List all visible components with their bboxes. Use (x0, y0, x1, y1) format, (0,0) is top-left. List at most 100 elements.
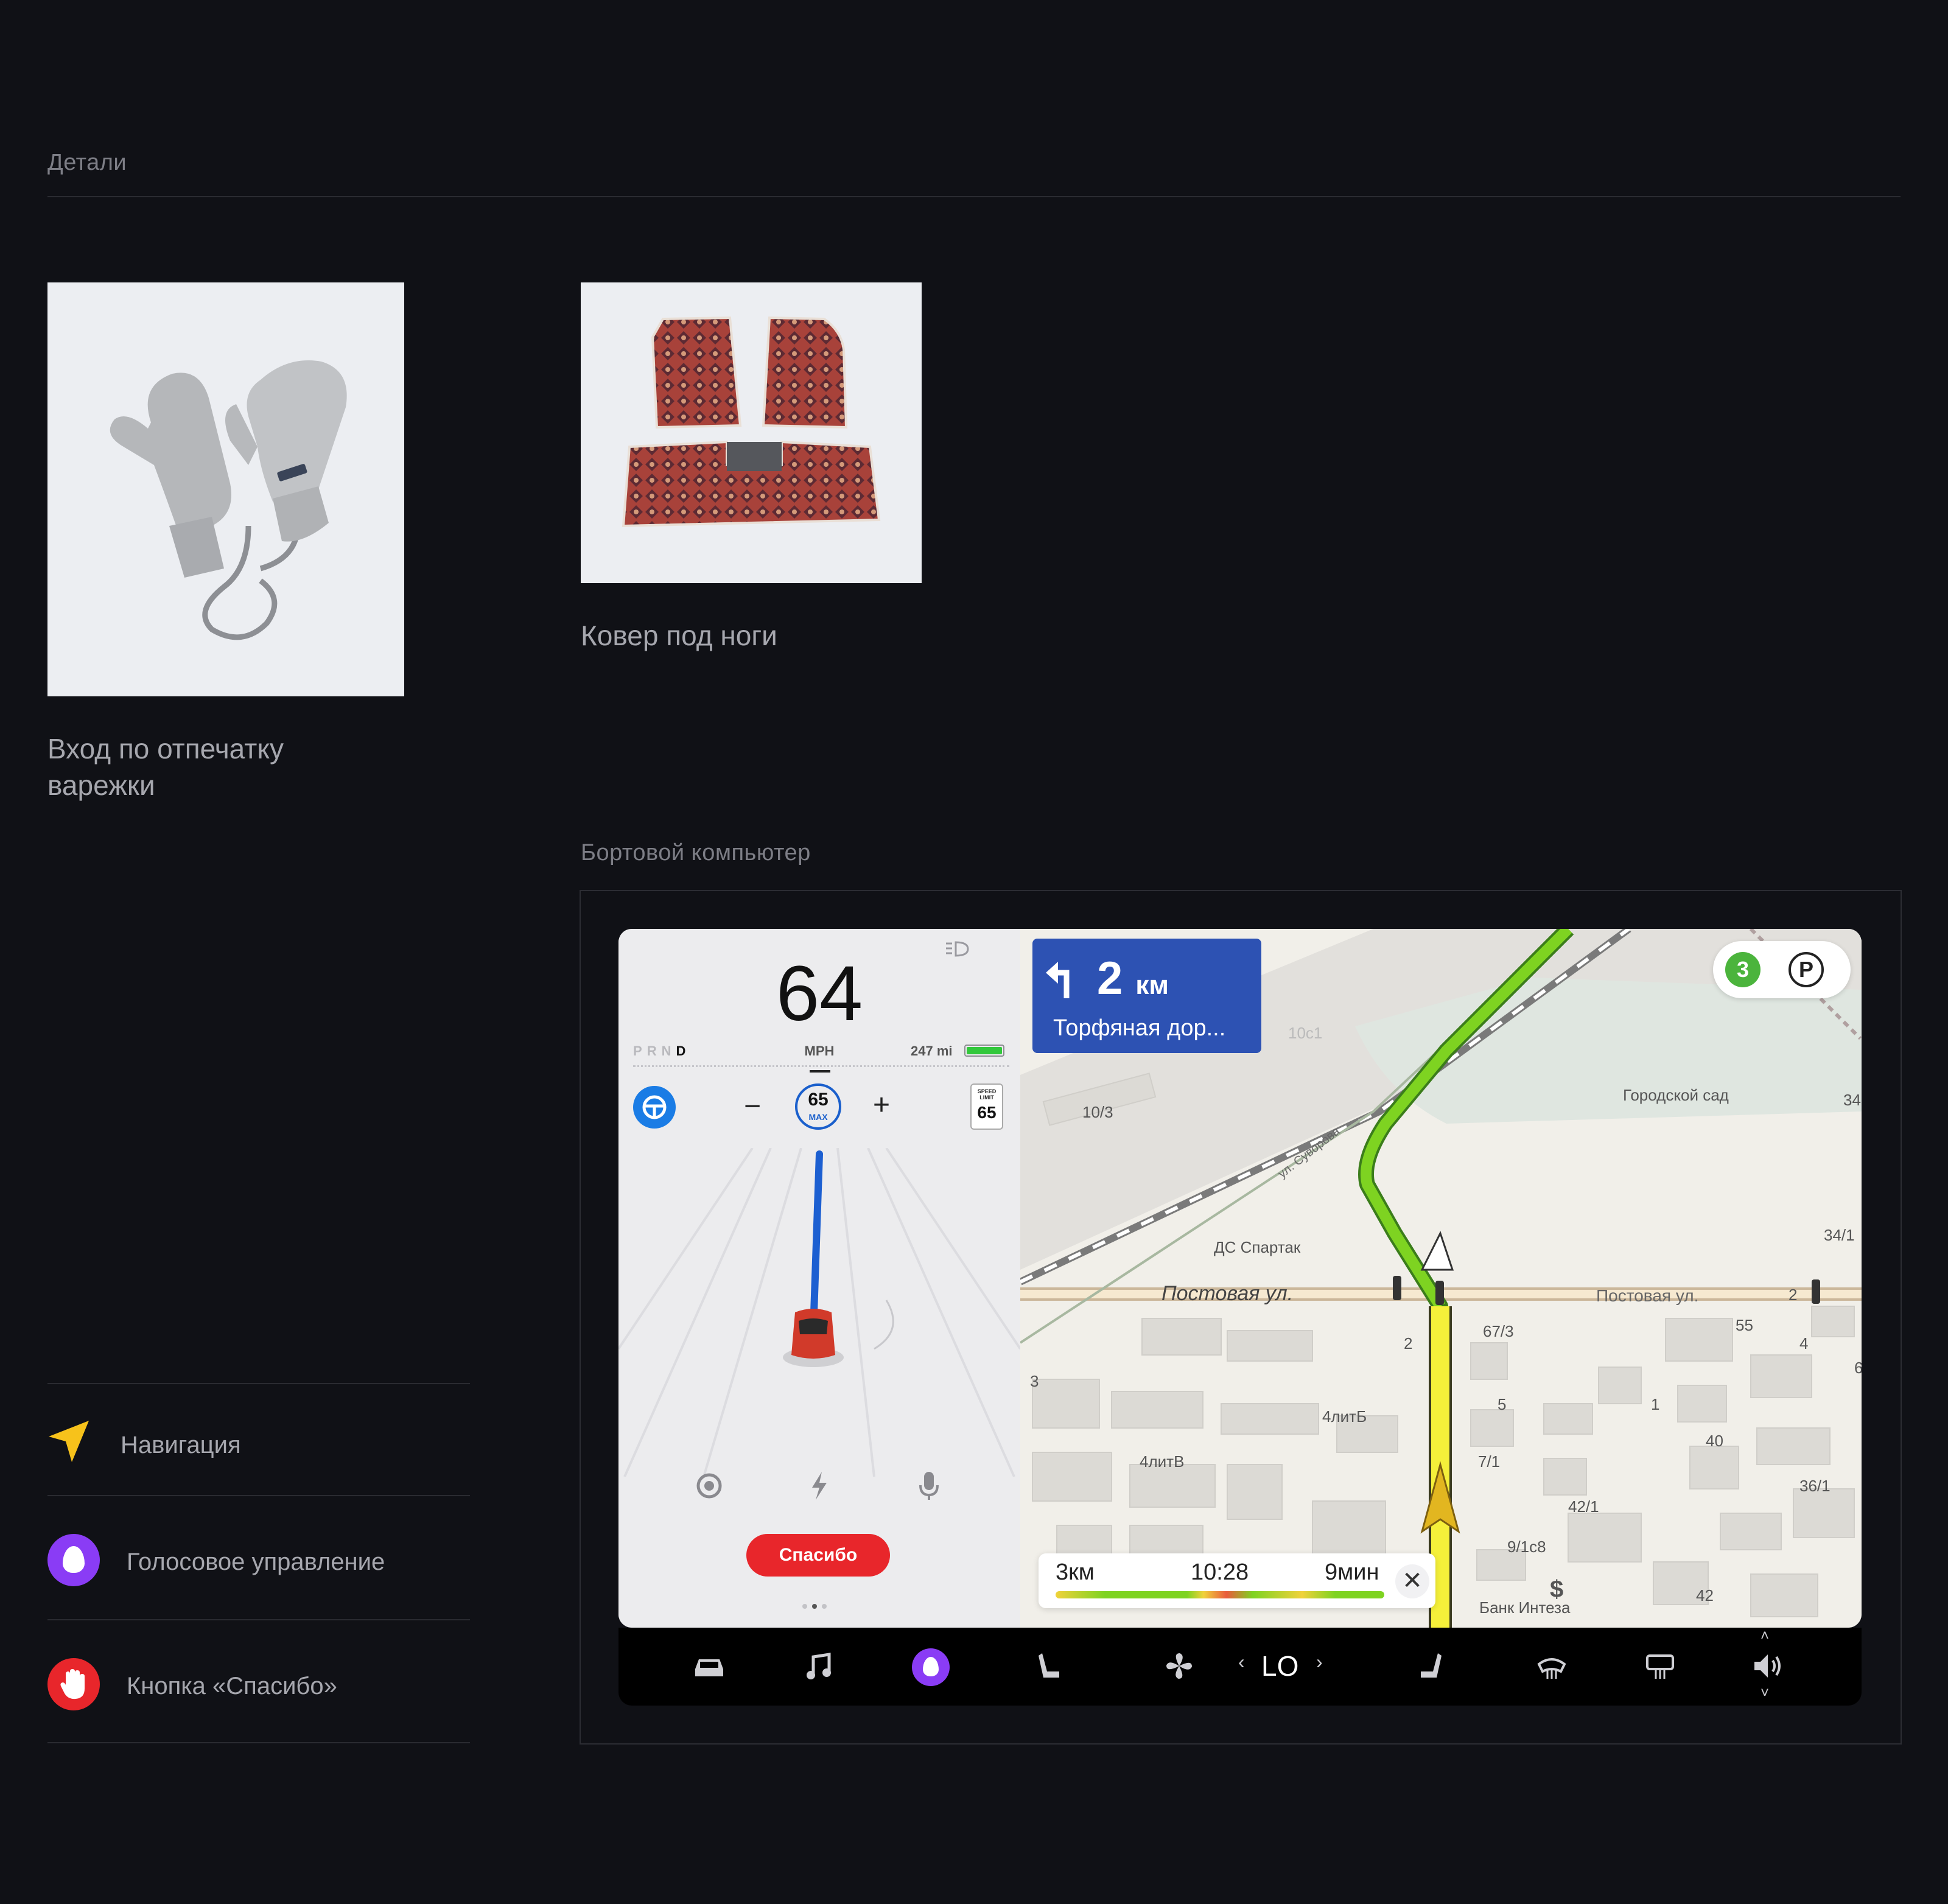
map-label-h2: 10с1 (1288, 1024, 1322, 1042)
onboard-title: Бортовой компьютер (581, 840, 811, 866)
feature-navigation-label: Навигация (121, 1432, 241, 1458)
microphone-icon[interactable] (917, 1471, 941, 1501)
traffic-score[interactable]: 3 (1725, 952, 1761, 987)
set-speed-max-label: MAX (808, 1112, 828, 1122)
charging-icon[interactable] (807, 1471, 832, 1501)
bank-icon: $ (1550, 1576, 1563, 1603)
seat-right-icon[interactable] (1418, 1651, 1443, 1681)
mittens-caption: Вход по отпечатку варежки (47, 733, 284, 801)
car-avatar (783, 1309, 844, 1367)
rear-defrost-icon[interactable] (1645, 1652, 1675, 1680)
close-route-icon[interactable]: ✕ (1395, 1564, 1429, 1598)
map-label-h12: 1 (1651, 1395, 1659, 1413)
map-label-h20: 34 (1843, 1091, 1861, 1109)
climate-decrease-button[interactable]: ‹ (1238, 1651, 1245, 1673)
eta-duration: 9мин (1325, 1559, 1379, 1585)
feature-divider-2 (47, 1619, 470, 1620)
feature-voice: Голосовое управление (47, 1534, 470, 1586)
volume-up-chevron[interactable]: ˄ (1761, 1628, 1769, 1645)
dotted-divider (633, 1065, 1009, 1068)
set-speed-indicator: 65 MAX (795, 1083, 841, 1130)
map-label-h17: 36/1 (1799, 1477, 1831, 1495)
thanks-button[interactable]: Спасибо (746, 1534, 890, 1577)
map-label-h1: 10/3 (1082, 1103, 1113, 1121)
map-street-1: Постовая ул. (1161, 1282, 1293, 1305)
speed-unit: MPH (804, 1043, 835, 1059)
music-icon[interactable] (805, 1652, 833, 1681)
feature-voice-label: Голосовое управление (127, 1549, 385, 1575)
speed-readout: 64 (776, 950, 863, 1037)
volume-down-chevron[interactable]: ˅ (1761, 1685, 1769, 1702)
feature-thanks: Кнопка «Спасибо» (47, 1658, 470, 1710)
parking-button[interactable]: P (1789, 952, 1824, 987)
map-label-stadium: ДС Спартак (1214, 1238, 1301, 1256)
map-label-h4: 67/3 (1483, 1322, 1514, 1340)
feature-divider-bottom (47, 1742, 470, 1743)
camera-icon[interactable] (694, 1471, 724, 1501)
map-label-h19: 42 (1696, 1586, 1714, 1605)
eta-distance: 3км (1056, 1559, 1095, 1585)
autopilot-button[interactable] (633, 1086, 676, 1129)
battery-icon (964, 1045, 1004, 1057)
maneuver-street: Торфяная дор... (1053, 1015, 1226, 1041)
map-label-h6: 4 (1799, 1334, 1808, 1353)
mittens-image (47, 282, 404, 696)
map-label-h18: 9/1с8 (1507, 1538, 1546, 1556)
climate-value: LO (1261, 1650, 1299, 1682)
maneuver-distance-unit: км (1135, 970, 1169, 1000)
details-title: Детали (47, 150, 127, 175)
alice-icon[interactable] (912, 1648, 950, 1686)
speed-bar-indicator (810, 1070, 830, 1073)
maneuver-distance-value: 2 (1097, 953, 1123, 1004)
map-label-h9: 3 (1030, 1372, 1039, 1390)
volume-icon[interactable] (1752, 1652, 1785, 1680)
map-label-h16: 42/1 (1568, 1497, 1599, 1516)
traffic-progress (1056, 1591, 1384, 1598)
range-readout: 247 mi (911, 1043, 953, 1059)
map-top-controls: 3 P (1713, 941, 1851, 998)
fan-icon[interactable] (1164, 1651, 1194, 1681)
map-label-h10: 4литБ (1322, 1407, 1367, 1426)
speed-plus-button[interactable]: + (873, 1088, 890, 1122)
navigation-arrow-icon (49, 1421, 89, 1462)
feature-navigation: Навигация (47, 1418, 470, 1467)
map-label-h5: 55 (1736, 1316, 1753, 1334)
speed-limit-sign: SPEED LIMIT 65 (970, 1083, 1003, 1130)
speed-limit-label: SPEED LIMIT (977, 1088, 997, 1101)
bottom-control-bar: ‹ LO › ˄ ˅ (618, 1628, 1862, 1706)
car-icon[interactable] (692, 1654, 727, 1679)
road-visualization (618, 1148, 1020, 1477)
speed-limit-value: 65 (977, 1103, 997, 1122)
eta-time: 10:28 (1191, 1559, 1249, 1585)
feature-divider-1 (47, 1495, 470, 1496)
instrument-cluster: 64 PRND MPH 247 mi − 65 MAX + SPEED LIMI… (618, 929, 1020, 1628)
eta-panel[interactable]: 3км 10:28 9мин ✕ (1039, 1553, 1435, 1608)
map-label-h3: 34/1 (1824, 1226, 1855, 1244)
alice-voice-icon (47, 1534, 100, 1586)
seat-left-icon[interactable] (1037, 1651, 1062, 1681)
feature-thanks-label: Кнопка «Спасибо» (127, 1673, 337, 1699)
feature-divider-top (47, 1383, 470, 1384)
maneuver-card[interactable]: 2 км Торфяная дор... (1032, 939, 1261, 1053)
map-label-h7: 2 (1404, 1334, 1412, 1353)
map-label-h14: 4литВ (1140, 1452, 1184, 1471)
hand-icon (47, 1658, 100, 1710)
page-dots (802, 1601, 839, 1609)
map-street-2: Постовая ул. (1596, 1286, 1698, 1305)
front-defrost-icon[interactable] (1536, 1652, 1567, 1680)
speed-minus-button[interactable]: − (744, 1090, 761, 1123)
climate-increase-button[interactable]: › (1316, 1651, 1323, 1673)
car-screen: 64 PRND MPH 247 mi − 65 MAX + SPEED LIMI… (618, 929, 1862, 1628)
maneuver-distance: 2 км (1097, 954, 1169, 1010)
map-label-park: Городской сад (1623, 1086, 1729, 1104)
floor-mat-caption: Ковер под ноги (581, 620, 777, 651)
map-label-h15: 7/1 (1478, 1452, 1500, 1471)
map-label-h13: 40 (1706, 1432, 1723, 1450)
set-speed-value: 65 (808, 1090, 829, 1110)
map-label-h8: 2 (1789, 1286, 1797, 1304)
turn-left-icon (1046, 962, 1070, 998)
floor-mat-image (581, 282, 922, 583)
details-divider (47, 196, 1901, 197)
map-label-h11: 5 (1498, 1395, 1506, 1413)
map-label-h21: 6 (1854, 1359, 1862, 1377)
